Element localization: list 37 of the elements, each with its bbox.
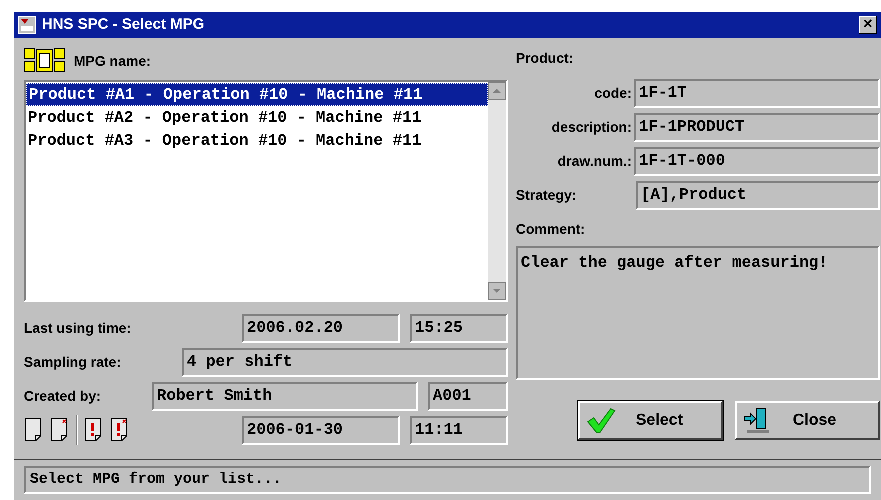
field-label: Created by: xyxy=(24,386,102,406)
field-label: draw.num.: xyxy=(558,152,632,170)
alert-document-delete-icon[interactable] xyxy=(110,418,130,442)
field-label: Comment: xyxy=(516,220,586,238)
product-field: 1F-1T xyxy=(634,78,880,108)
window-title: HNS SPC - Select MPG xyxy=(42,14,206,35)
field-label: MPG name: xyxy=(74,52,152,70)
created-date-field: 2006-01-30 xyxy=(242,416,400,444)
created-time-field: 11:11 xyxy=(410,416,508,444)
product-field: 1F-1PRODUCT xyxy=(634,112,880,142)
list-item[interactable]: Product #A3 - Operation #10 - Machine #11 xyxy=(26,129,488,152)
select-button[interactable]: Select xyxy=(578,401,723,440)
close-button[interactable]: × xyxy=(859,16,877,34)
field-label: Last using time: xyxy=(24,318,132,338)
field-label: code: xyxy=(594,84,632,102)
sampling-rate-field: 4 per shift xyxy=(182,348,508,376)
creator-code-field: A001 xyxy=(428,382,508,410)
time-field: 15:25 xyxy=(410,314,508,342)
field-label: Strategy: xyxy=(516,186,578,205)
field-label: Sampling rate: xyxy=(24,352,122,372)
document-delete-icon[interactable] xyxy=(50,418,70,442)
alert-document-icon[interactable] xyxy=(84,418,104,442)
field-label: Product: xyxy=(516,48,574,68)
cubes-icon xyxy=(24,47,68,75)
close-button[interactable]: Close xyxy=(735,401,880,440)
date-field: 2006.02.20 xyxy=(242,314,400,342)
comment-field: Clear the gauge after measuring! xyxy=(516,246,880,380)
product-field: 1F-1T-000 xyxy=(634,146,880,176)
app-icon xyxy=(18,16,36,34)
status-bar: Select MPG from your list... xyxy=(24,466,871,494)
creator-field: Robert Smith xyxy=(152,382,418,410)
list-item[interactable]: Product #A1 - Operation #10 - Machine #11 xyxy=(26,83,488,106)
checkmark-icon xyxy=(586,406,616,434)
strategy-field: [A],Product xyxy=(636,180,880,210)
field-label: description: xyxy=(552,118,632,137)
document-icon[interactable] xyxy=(24,418,44,442)
list-item[interactable]: Product #A2 - Operation #10 - Machine #11 xyxy=(26,106,488,129)
